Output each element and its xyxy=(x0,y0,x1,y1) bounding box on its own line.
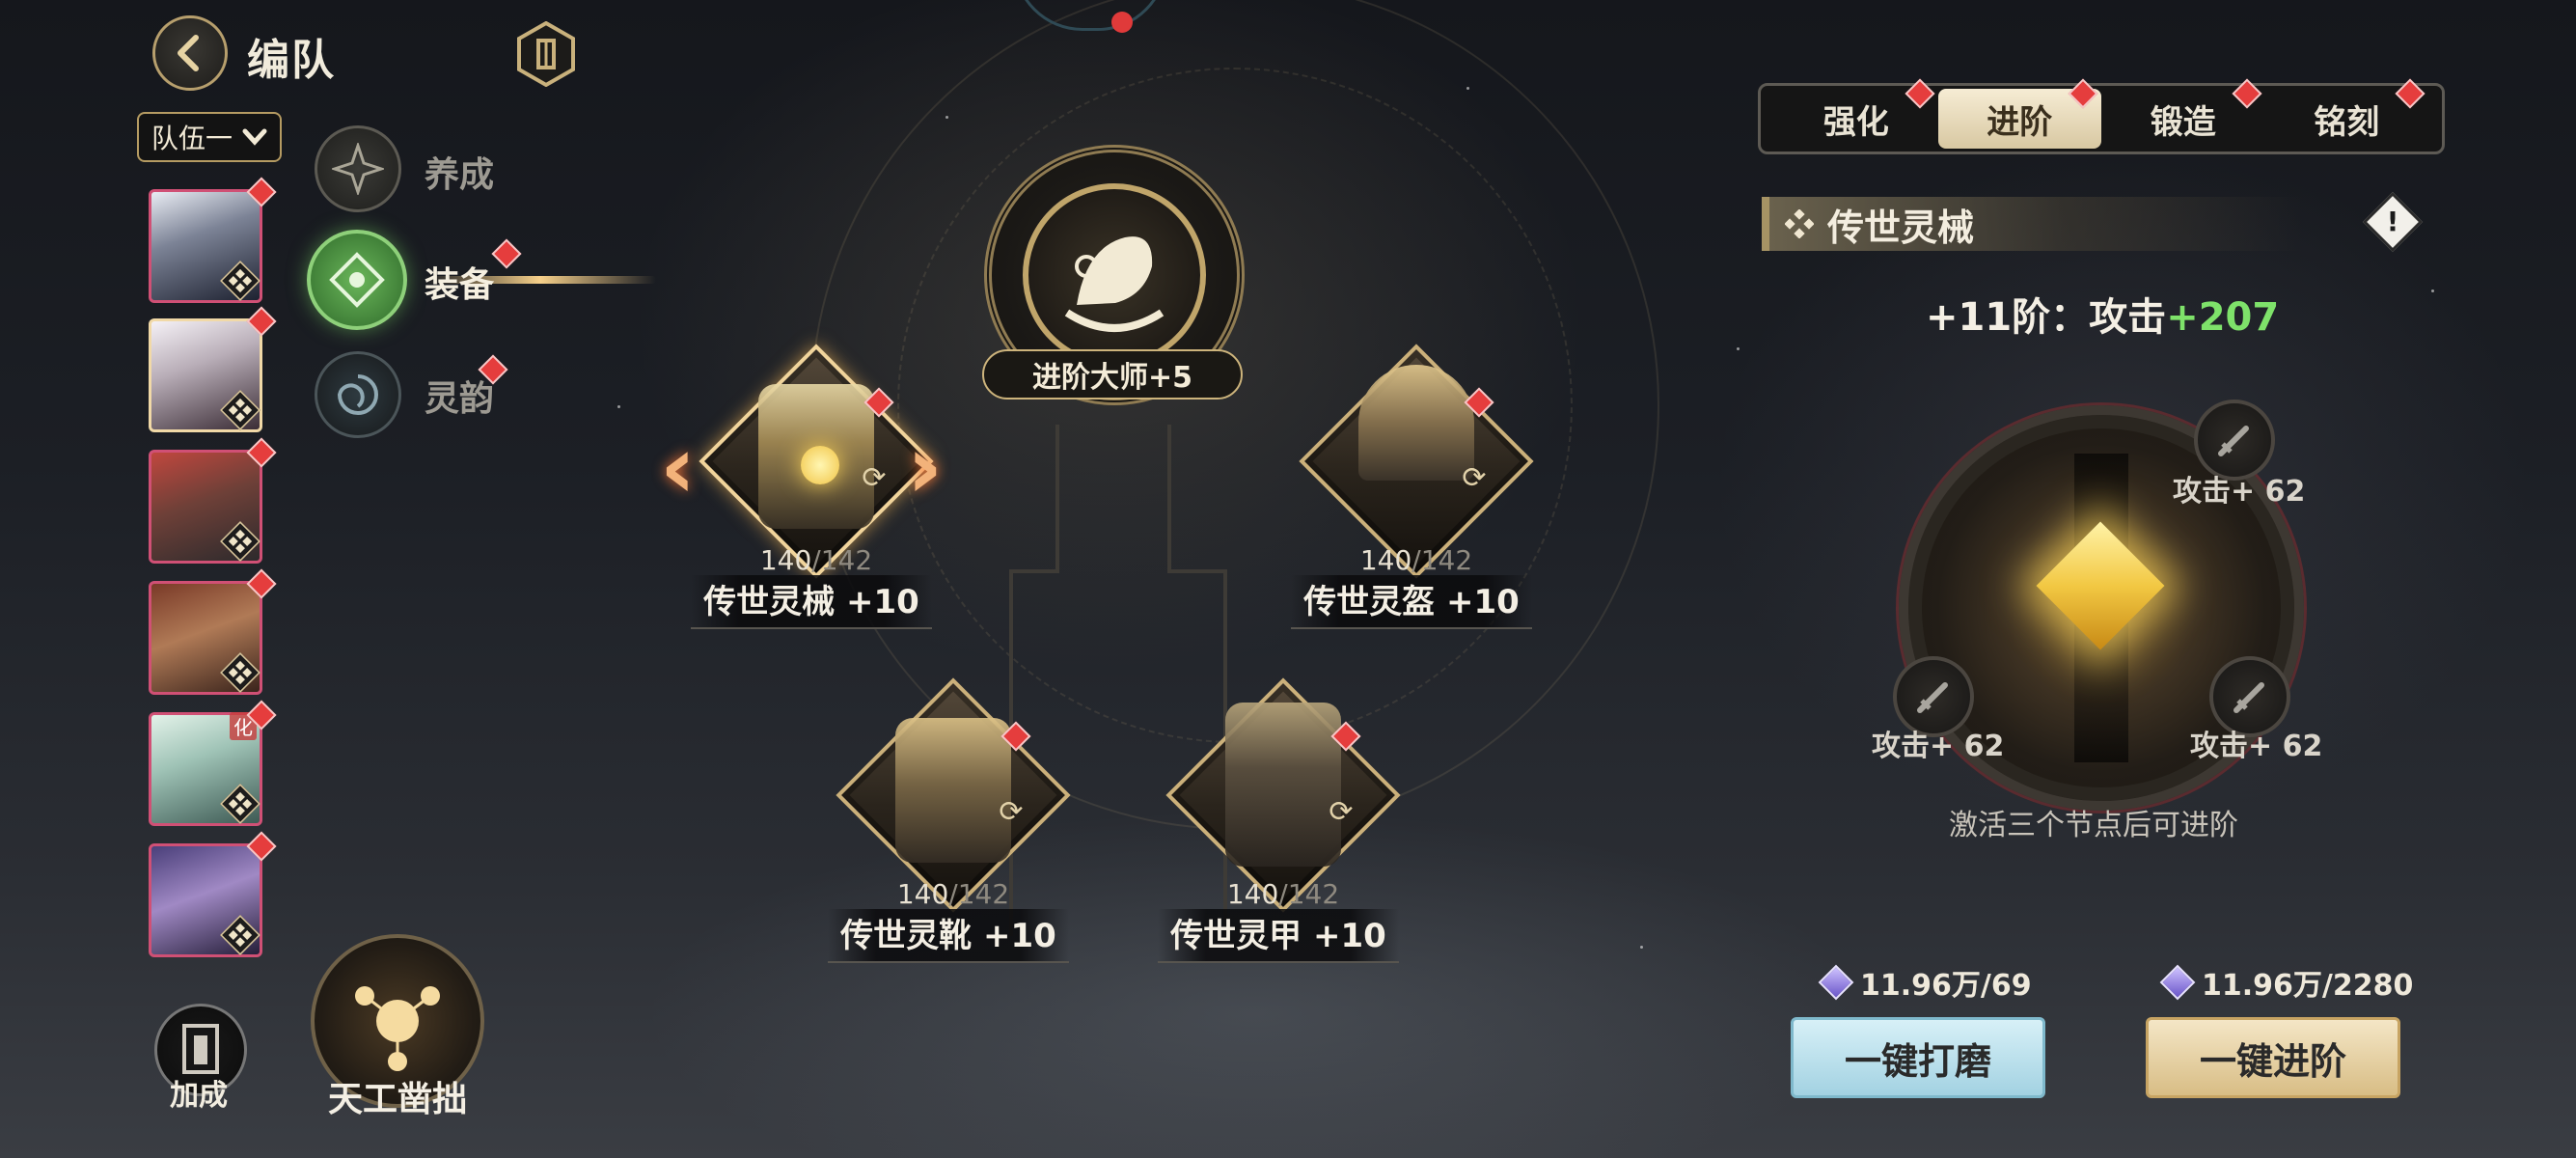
equip-slot-weapon[interactable]: ⟳ 140/142 xyxy=(699,344,934,579)
compass-icon xyxy=(332,143,384,195)
tab-enhance[interactable]: 强化 xyxy=(1774,78,1938,149)
upgrade-tabs: 强化 进阶 锻造 铭刻 xyxy=(1758,78,2445,154)
tree-line xyxy=(1055,425,1059,569)
bonus-label: 加成 xyxy=(170,1079,228,1113)
alert-dot xyxy=(491,238,522,269)
master-emblem[interactable] xyxy=(1023,183,1206,367)
lantern-icon[interactable] xyxy=(511,19,581,89)
hero-portrait-6[interactable] xyxy=(149,831,277,957)
swap-icon[interactable]: ⟳ xyxy=(855,459,893,498)
team-label: 队伍一 xyxy=(151,123,233,154)
one-click-polish-button[interactable]: 一键打磨 xyxy=(1791,1017,2045,1098)
back-arrow-icon xyxy=(178,35,199,71)
equip-name-weapon: 传世灵械 +10 xyxy=(691,575,932,629)
stage-bonus: +11阶：攻击+207 xyxy=(1926,295,2280,340)
swap-icon[interactable]: ⟳ xyxy=(1455,459,1494,498)
star xyxy=(945,116,948,119)
node-label: 攻击+ 62 xyxy=(2173,475,2306,509)
equip-name-helmet: 传世灵盔 +10 xyxy=(1291,575,1532,629)
hero-portrait-5[interactable]: 化 xyxy=(149,700,277,826)
beast-emblem-icon xyxy=(1064,236,1165,332)
tab-cultivate-label: 养成 xyxy=(425,155,495,195)
tab-engrave[interactable]: 铭刻 xyxy=(2265,78,2429,149)
advance-cost: 11.96万/2280 xyxy=(2159,961,2413,1004)
tab-equipment[interactable] xyxy=(307,230,407,330)
hero-portrait-4[interactable] xyxy=(149,568,277,695)
equip-slot-boots[interactable]: ⟳ 140/142 xyxy=(836,677,1071,913)
tab-spirit[interactable] xyxy=(315,351,401,438)
equip-slot-helmet[interactable]: ⟳ 140/142 xyxy=(1299,344,1534,579)
master-label-text: 进阶大师+5 xyxy=(1031,361,1192,395)
info-icon[interactable]: ! xyxy=(2362,191,2424,253)
hero-portrait-2[interactable] xyxy=(149,306,277,432)
swap-icon[interactable]: ⟳ xyxy=(992,793,1030,832)
sword-icon xyxy=(1917,682,1948,713)
team-dropdown[interactable]: 队伍一 xyxy=(137,112,282,162)
gem-icon xyxy=(2159,964,2196,1001)
alert-dot xyxy=(2068,78,2098,109)
tab-equipment-label: 装备 xyxy=(425,265,495,305)
swap-icon[interactable]: ⟳ xyxy=(1322,793,1360,832)
craft-label: 天工凿拙 xyxy=(328,1080,468,1119)
tab-cultivate[interactable] xyxy=(315,125,401,212)
equip-slot-armor[interactable]: ⟳ 140/142 xyxy=(1165,677,1401,913)
star xyxy=(1466,87,1469,90)
alert-dot xyxy=(2231,78,2262,109)
alert-dot xyxy=(2395,78,2425,109)
tree-line xyxy=(1011,569,1059,573)
node-label: 攻击+ 62 xyxy=(1872,730,2005,763)
advance-hint: 激活三个节点后可进阶 xyxy=(1949,809,2238,842)
star xyxy=(1737,347,1740,350)
equip-name-armor: 传世灵甲 +10 xyxy=(1158,909,1399,963)
sword-icon xyxy=(2218,426,2249,456)
equip-progress: 140/142 xyxy=(759,544,873,576)
chevron-down-icon xyxy=(242,128,267,146)
tab-forge[interactable]: 锻造 xyxy=(2101,78,2265,149)
chevron-left-icon[interactable]: ‹ xyxy=(660,417,696,518)
equip-progress: 140/142 xyxy=(896,878,1010,910)
swirl-icon xyxy=(337,374,378,415)
one-click-advance-button[interactable]: 一键进阶 xyxy=(2146,1017,2400,1098)
master-label[interactable]: 进阶大师+5 xyxy=(982,349,1243,400)
tab-advance[interactable]: 进阶 xyxy=(1937,78,2101,149)
diamond-cluster-icon xyxy=(1785,209,1814,238)
equip-progress: 140/142 xyxy=(1359,544,1473,576)
star xyxy=(1640,946,1643,949)
tab-spirit-label: 灵韵 xyxy=(425,379,495,419)
node-label: 攻击+ 62 xyxy=(2190,730,2323,763)
chevron-right-icon[interactable]: › xyxy=(907,417,943,518)
glow-orb xyxy=(801,446,839,484)
notification-dot xyxy=(1111,12,1133,33)
hero-portrait-3[interactable] xyxy=(149,437,277,564)
back-button[interactable] xyxy=(152,15,228,91)
alert-dot xyxy=(1904,78,1935,109)
hero-portrait-1[interactable] xyxy=(149,177,277,303)
equip-name-boots: 传世灵靴 +10 xyxy=(828,909,1069,963)
equip-progress: 140/142 xyxy=(1226,878,1340,910)
page-title: 编队 xyxy=(247,36,336,85)
star xyxy=(2431,290,2434,292)
gem-icon xyxy=(1818,964,1854,1001)
tree-line xyxy=(1167,425,1171,569)
section-title: 传世灵械 xyxy=(1827,206,1975,249)
tree-line xyxy=(1167,569,1225,573)
sword-icon xyxy=(2233,682,2264,713)
section-header: 传世灵械 xyxy=(1762,197,2302,251)
equipment-icon xyxy=(329,252,385,308)
star xyxy=(617,405,620,408)
polish-cost: 11.96万/69 xyxy=(1818,961,2032,1004)
